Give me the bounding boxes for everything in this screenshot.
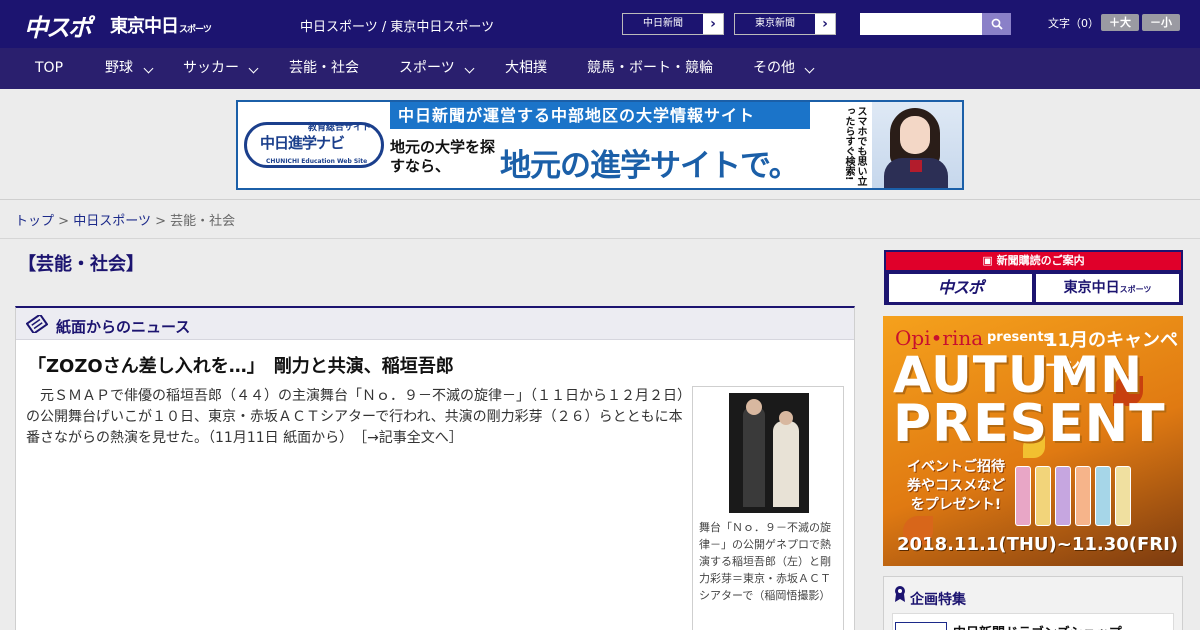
tokyo-chunichi-logo[interactable]: 東京中日スポーツ xyxy=(110,12,212,38)
news-box: 紙面からのニュース 「ZOZOさん差し入れを…」 剛力と共演、稲垣吾郎 元ＳＭＡ… xyxy=(15,306,855,630)
education-ad-banner[interactable]: 教育総合サイト 中日進学ナビ CHUNICHI Education Web Si… xyxy=(236,100,964,190)
breadcrumb: トップ > 中日スポーツ > 芸能・社会 xyxy=(15,210,235,229)
font-smaller-button[interactable]: －小 xyxy=(1142,14,1180,31)
ad-product-image xyxy=(1007,466,1167,532)
ad-presents: presents xyxy=(987,330,1052,345)
tokyo-logo-main: 東京中日 xyxy=(110,16,179,37)
subscription-header: ▣ 新聞購読のご案内 xyxy=(886,252,1181,270)
ad-model-photo xyxy=(872,102,962,188)
nav-item-label: スポーツ xyxy=(399,60,455,76)
read-more-link[interactable]: ［→記事全文へ］ xyxy=(360,430,463,446)
nav-item-baseball[interactable]: 野球 xyxy=(105,48,154,89)
nav-item-label: サッカー xyxy=(183,60,239,76)
ad-phone-text: スマホでも思い立ったらすぐ検索! xyxy=(843,106,866,186)
tokyo-shimbun-link[interactable]: 東京新聞 › xyxy=(734,13,836,35)
site-title: 中日スポーツ / 東京中日スポーツ xyxy=(300,20,495,35)
feature-title: 企画特集 xyxy=(910,592,966,608)
nav-item-keiba[interactable]: 競馬・ボート・競輪 xyxy=(587,48,713,89)
nav-item-top[interactable]: TOP xyxy=(35,48,63,89)
paper-link-label: 中日新聞 xyxy=(623,14,703,34)
newspaper-icon: ▣ xyxy=(982,254,997,267)
chevron-down-icon xyxy=(464,63,475,74)
search-input[interactable] xyxy=(860,13,982,35)
main-nav: TOP 野球 サッカー 芸能・社会 スポーツ 大相撲 競馬・ボート・競輪 その他 xyxy=(0,48,1200,89)
article-photo[interactable] xyxy=(729,393,809,513)
ad-big-text: 地元の進学サイトで。 xyxy=(500,148,800,184)
ribbon-icon xyxy=(895,586,905,602)
nav-item-entertainment[interactable]: 芸能・社会 xyxy=(289,48,359,89)
ad-title-present: PRESENT xyxy=(893,394,1166,454)
subscribe-chuspo-button[interactable]: 中スポ xyxy=(889,274,1032,302)
ad-dates: 2018.11.1(THU)~11.30(FRI) xyxy=(897,534,1179,555)
article-body-text: 元ＳＭＡＰで俳優の稲垣吾郎（４４）の主演舞台「Ｎｏ．９－不滅の旋律－」（１１日か… xyxy=(26,388,684,446)
breadcrumb-chuspo[interactable]: 中日スポーツ xyxy=(73,214,151,229)
nav-item-sumo[interactable]: 大相撲 xyxy=(505,48,547,89)
tokyo-logo-small: スポーツ xyxy=(179,25,212,35)
ad-headline: 中日新聞が運営する中部地区の大学情報サイト xyxy=(390,102,810,129)
nav-item-label: 芸能・社会 xyxy=(289,60,359,76)
chuspo-logo[interactable]: 中スポ xyxy=(24,8,92,43)
edu-logo-main: 中日進学ナビ xyxy=(260,134,345,152)
news-box-header: 紙面からのニュース xyxy=(16,308,854,340)
search-icon xyxy=(991,18,1003,30)
breadcrumb-current: 芸能・社会 xyxy=(170,214,236,229)
font-size-label: 文字（0） xyxy=(1048,17,1099,30)
news-box-title: 紙面からのニュース xyxy=(56,318,191,336)
feature-thumbnail xyxy=(895,622,947,630)
subscribe-tokyo-small: スポーツ xyxy=(1119,285,1152,294)
breadcrumb-separator: > xyxy=(155,214,166,229)
feature-item-label: 中日新聞ドラゴンズショップ xyxy=(953,622,1122,630)
font-bigger-button[interactable]: ＋大 xyxy=(1101,14,1139,31)
article-photo-box: 舞台「Ｎｏ．９－不滅の旋律－」の公開ゲネプロで熱演する稲垣吾郎（左）と剛力彩芽＝… xyxy=(692,386,844,630)
nav-item-label: 競馬・ボート・競輪 xyxy=(587,60,713,76)
ad-event-text: イベントご招待券やコスメなどをプレゼント! xyxy=(907,459,1005,513)
breadcrumb-separator: > xyxy=(58,214,70,229)
subscribe-tokyo-main: 東京中日 xyxy=(1063,280,1120,296)
nav-item-label: その他 xyxy=(753,60,795,76)
site-header: 中スポ 東京中日スポーツ 中日スポーツ / 東京中日スポーツ 中日新聞 › 東京… xyxy=(0,0,1200,48)
nav-item-other[interactable]: その他 xyxy=(753,48,815,89)
subscription-header-label: 新聞購読のご案内 xyxy=(996,254,1085,267)
newspaper-icon xyxy=(26,315,48,333)
nav-item-soccer[interactable]: サッカー xyxy=(183,48,259,89)
nav-item-label: 野球 xyxy=(105,60,133,76)
photo-caption: 舞台「Ｎｏ．９－不滅の旋律－」の公開ゲネプロで熱演する稲垣吾郎（左）と剛力彩芽＝… xyxy=(699,521,831,602)
feature-box: 企画特集 中日新聞ドラゴンズショップ xyxy=(883,576,1183,630)
edu-logo-en: CHUNICHI Education Web Site xyxy=(266,158,368,165)
subscription-box: ▣ 新聞購読のご案内 中スポ 東京中日スポーツ xyxy=(884,250,1183,305)
chevron-right-icon: › xyxy=(710,16,716,32)
paper-link-label: 東京新聞 xyxy=(735,14,815,34)
search-button[interactable] xyxy=(982,13,1011,35)
chevron-down-icon xyxy=(804,63,815,74)
section-title: 【芸能・社会】 xyxy=(18,254,144,275)
ad-subtext: 地元の大学を探すなら、 xyxy=(390,138,496,175)
ad-banner-area: 教育総合サイト 中日進学ナビ CHUNICHI Education Web Si… xyxy=(0,89,1200,200)
article-headline[interactable]: 「ZOZOさん差し入れを…」 剛力と共演、稲垣吾郎 xyxy=(28,352,454,378)
nav-item-label: 大相撲 xyxy=(505,60,547,76)
edu-logo-area: 教育総合サイト 中日進学ナビ CHUNICHI Education Web Si… xyxy=(238,102,388,188)
subscribe-tokyo-button[interactable]: 東京中日スポーツ xyxy=(1036,274,1179,302)
chevron-down-icon xyxy=(143,63,154,74)
chunichi-shimbun-link[interactable]: 中日新聞 › xyxy=(622,13,724,35)
nav-item-label: TOP xyxy=(35,60,64,76)
divider xyxy=(0,238,1200,239)
breadcrumb-top[interactable]: トップ xyxy=(15,214,54,229)
chevron-down-icon xyxy=(248,63,259,74)
autumn-present-ad[interactable]: Opi•rina presents 11月のキャンペーン AUTUMN PRES… xyxy=(883,316,1183,566)
feature-item-dragons-shop[interactable]: 中日新聞ドラゴンズショップ xyxy=(892,613,1174,630)
nav-item-sports[interactable]: スポーツ xyxy=(399,48,475,89)
chevron-right-icon: › xyxy=(822,16,828,32)
article-body: 元ＳＭＡＰで俳優の稲垣吾郎（４４）の主演舞台「Ｎｏ．９－不滅の旋律－」（１１日か… xyxy=(26,386,686,449)
